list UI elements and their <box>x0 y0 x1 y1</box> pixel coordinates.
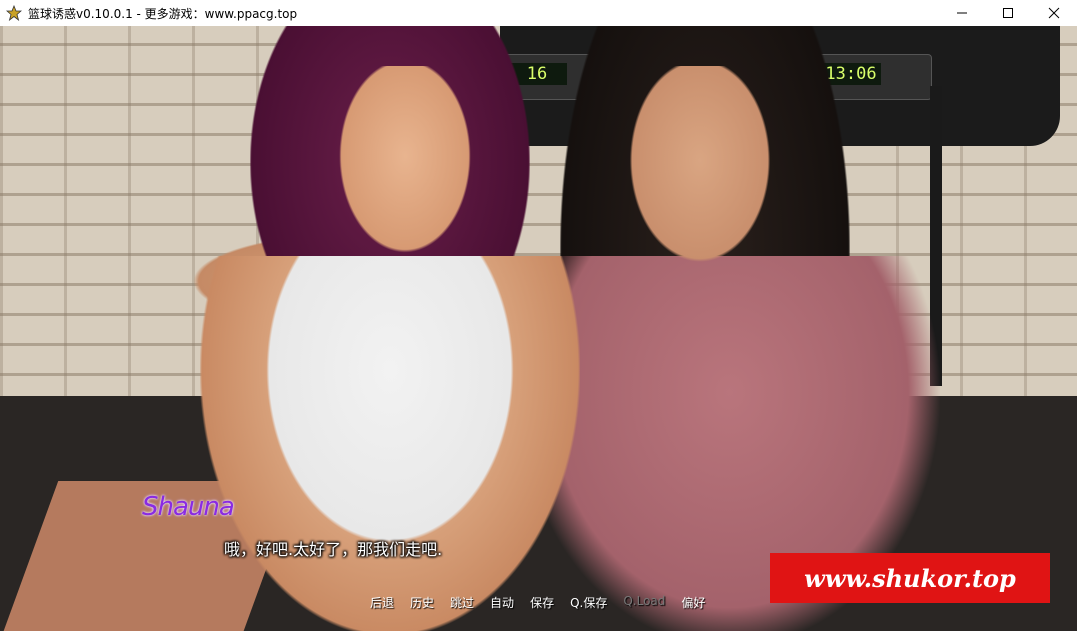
quick-menu-quick-save[interactable]: Q.保存 <box>562 594 615 611</box>
quick-menu: 后退 历史 跳过 自动 保存 Q.保存 Q.Load 偏好 <box>362 594 713 611</box>
maximize-icon <box>1003 8 1013 18</box>
close-icon <box>1048 7 1060 19</box>
maximize-button[interactable] <box>985 0 1031 26</box>
close-button[interactable] <box>1031 0 1077 26</box>
speaker-name: Shauna <box>142 492 235 522</box>
game-scene[interactable]: 16 13:06 Shauna 哦，好吧.太好了，那我们走吧. www.shuk… <box>0 26 1077 631</box>
quick-menu-auto[interactable]: 自动 <box>482 594 522 611</box>
window-titlebar: 篮球诱惑v0.10.0.1 - 更多游戏：www.ppacg.top <box>0 0 1077 26</box>
quick-menu-preferences[interactable]: 偏好 <box>673 594 713 611</box>
quick-menu-quick-load[interactable]: Q.Load <box>615 594 673 611</box>
watermark: www.shukor.top <box>770 553 1050 603</box>
window-controls <box>939 0 1077 26</box>
character-left-body <box>200 256 580 631</box>
quick-menu-back[interactable]: 后退 <box>362 594 402 611</box>
minimize-icon <box>957 12 967 14</box>
dialogue-text: 哦，好吧.太好了，那我们走吧. <box>224 540 443 559</box>
quick-menu-history[interactable]: 历史 <box>402 594 442 611</box>
window-title: 篮球诱惑v0.10.0.1 - 更多游戏：www.ppacg.top <box>28 6 298 21</box>
watermark-text: www.shukor.top <box>804 563 1016 593</box>
quick-menu-save[interactable]: 保存 <box>522 594 562 611</box>
character-right-face <box>620 66 780 276</box>
minimize-button[interactable] <box>939 0 985 26</box>
quick-menu-skip[interactable]: 跳过 <box>442 594 482 611</box>
character-left-face <box>330 66 480 266</box>
star-icon <box>6 5 22 21</box>
